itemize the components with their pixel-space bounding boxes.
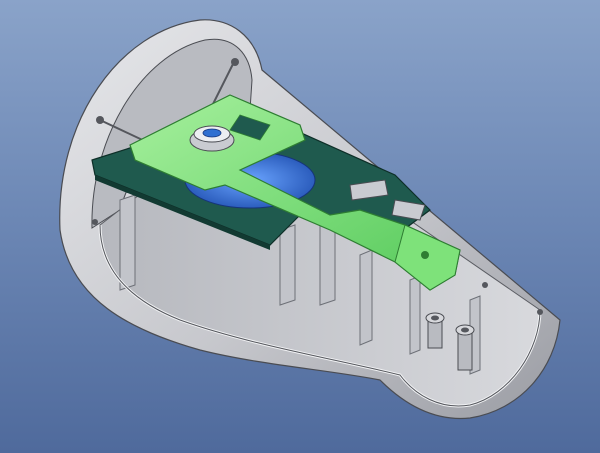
bearing — [189, 125, 235, 152]
cad-model-render — [59, 19, 561, 420]
cad-viewport[interactable] — [0, 0, 600, 453]
bracket-tip-hole — [421, 251, 429, 259]
